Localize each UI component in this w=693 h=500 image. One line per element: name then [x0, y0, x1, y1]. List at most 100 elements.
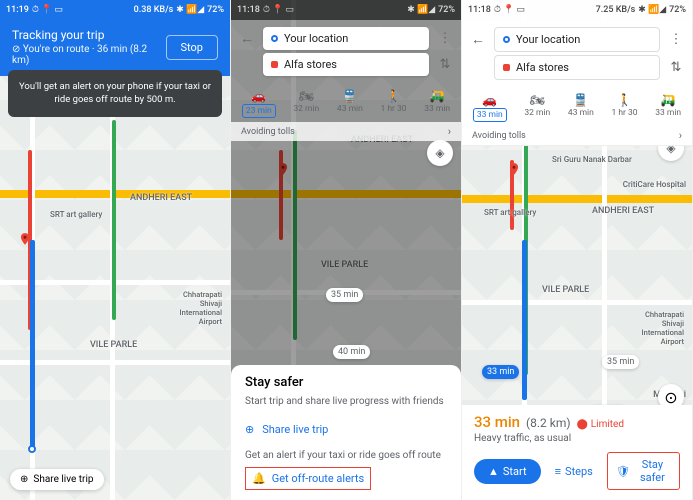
- overflow-menu-icon[interactable]: ⋮: [668, 32, 684, 47]
- origin-input[interactable]: Your location: [494, 27, 660, 52]
- screen-route-overview: Mahakali Caves Sri Guru Nanak Darbar Cri…: [462, 0, 693, 500]
- label-airport: Chhatrapati Shivaji International Airpor…: [162, 290, 222, 326]
- label-criticare: CritiCare Hospital: [623, 180, 686, 189]
- label-srt: SRT art gallery: [50, 210, 102, 219]
- shield-icon: 🛡: [616, 465, 630, 478]
- time-chip-40: 40 min: [333, 345, 370, 359]
- tolls-label: Avoiding tolls: [241, 127, 295, 137]
- mode-motorcycle[interactable]: 🏍32 min: [293, 89, 319, 118]
- share-live-trip-option[interactable]: ⊕ Share live trip: [245, 417, 447, 442]
- overflow-menu-icon[interactable]: ⋮: [437, 31, 453, 46]
- label-airport: Chhatrapati Shivaji International Airpor…: [629, 310, 684, 346]
- car-icon: 🚗: [251, 89, 266, 103]
- status-bar: 11:18⏱ 📍 ▭ 7.25 KB/s✱ 📶◢72%: [462, 0, 692, 20]
- travel-mode-tabs: 🚗33 min 🏍32 min 🚆43 min 🚶1 hr 30 🛺33 min: [462, 87, 692, 126]
- back-arrow-icon[interactable]: ←: [470, 31, 486, 48]
- destination-input[interactable]: Alfa stores: [494, 55, 660, 80]
- destination-dot-icon: [271, 61, 278, 68]
- origin-dot-icon: [503, 36, 510, 43]
- mode-rick-time: 33 min: [655, 108, 681, 118]
- traffic-status: Heavy traffic, as usual: [474, 433, 680, 444]
- swap-icon[interactable]: ⇅: [668, 60, 684, 75]
- warning-icon: ⬤: [577, 419, 588, 430]
- mode-transit[interactable]: 🚆43 min: [337, 89, 363, 118]
- mode-rickshaw[interactable]: 🛺33 min: [424, 89, 450, 118]
- origin-input[interactable]: Your location: [263, 27, 429, 50]
- mode-walk[interactable]: 🚶1 hr 30: [611, 93, 637, 122]
- stay-safer-button[interactable]: 🛡Stay safer: [607, 452, 680, 490]
- time-chip-35[interactable]: 35 min: [602, 355, 639, 369]
- destination-text: Alfa stores: [284, 58, 337, 71]
- start-label: Start: [503, 465, 527, 478]
- limited-badge: ⬤Limited: [577, 419, 624, 430]
- location-icon: ⊙: [664, 388, 677, 407]
- chevron-right-icon: ›: [448, 125, 451, 138]
- current-location-dot: [28, 445, 36, 453]
- car-icon: 🚗: [482, 93, 497, 107]
- sheet-subtitle: Start trip and share live progress with …: [245, 396, 447, 407]
- destination-pin-icon: [507, 160, 521, 178]
- alert-btn-label: Get off-route alerts: [272, 472, 365, 485]
- directions-header: ← Your location ⋮ Alfa stores ⇅: [231, 20, 461, 83]
- origin-text: Your location: [516, 33, 580, 46]
- mode-motorcycle[interactable]: 🏍32 min: [524, 93, 550, 122]
- rickshaw-icon: 🛺: [430, 89, 445, 103]
- train-icon: 🚆: [342, 89, 357, 103]
- share-live-trip-chip[interactable]: ⊕ Share live trip: [10, 469, 104, 490]
- sheet-title: Stay safer: [245, 375, 447, 390]
- mode-rickshaw[interactable]: 🛺33 min: [655, 93, 681, 122]
- navigate-icon: ▲: [488, 465, 499, 478]
- bell-icon: 🔔: [252, 472, 266, 485]
- label-vileparle: VILE PARLE: [542, 285, 589, 295]
- steps-button[interactable]: ≡ Steps: [547, 459, 601, 484]
- start-button[interactable]: ▲ Start: [474, 459, 541, 484]
- get-off-route-alerts-button[interactable]: 🔔 Get off-route alerts: [245, 467, 371, 490]
- tracking-header: Tracking your trip ⊘ You're on route · 3…: [0, 20, 230, 76]
- label-vileparle: VILE PARLE: [90, 340, 137, 350]
- directions-header: ← Your location ⋮ Alfa stores ⇅: [462, 20, 692, 87]
- share-label: Share live trip: [33, 474, 93, 485]
- label-andheri: ANDHERI EAST: [592, 206, 654, 216]
- mode-moto-time: 32 min: [293, 104, 319, 114]
- mode-rick-time: 33 min: [424, 104, 450, 114]
- swap-icon[interactable]: ⇅: [437, 57, 453, 72]
- tracking-title: Tracking your trip: [12, 28, 166, 42]
- time-chip-33-selected[interactable]: 33 min: [482, 365, 519, 379]
- mode-car-time: 23 min: [242, 104, 276, 118]
- screen-stay-safer-sheet: ANDHERI EAST VILE PARLE 35 min 40 min 11…: [231, 0, 462, 500]
- label-srt: SRT art gallery: [484, 208, 536, 217]
- travel-mode-tabs: 🚗23 min 🏍32 min 🚆43 min 🚶1 hr 30 🛺33 min: [231, 83, 461, 122]
- back-arrow-icon[interactable]: ←: [239, 30, 255, 47]
- route-options-strip[interactable]: Avoiding tolls ›: [462, 126, 692, 146]
- mode-car[interactable]: 🚗23 min: [242, 89, 276, 118]
- destination-input[interactable]: Alfa stores: [263, 53, 429, 76]
- label-gurunanak: Sri Guru Nanak Darbar: [552, 155, 632, 164]
- mode-transit[interactable]: 🚆43 min: [568, 93, 594, 122]
- share-label: Share live trip: [262, 423, 328, 436]
- mode-walk[interactable]: 🚶1 hr 30: [380, 89, 406, 118]
- alert-toast: You'll get an alert on your phone if you…: [8, 70, 222, 117]
- stop-button[interactable]: Stop: [166, 35, 218, 60]
- time-chip-35: 35 min: [326, 288, 363, 302]
- mode-moto-time: 32 min: [524, 108, 550, 118]
- layers-button[interactable]: ◈: [427, 140, 453, 166]
- status-bar: 11:19⏱ 📍 ▭ 0.38 KB/s✱ 📶◢72%: [0, 0, 230, 20]
- screen-tracking: ANDHERI EAST VILE PARLE SRT art gallery …: [0, 0, 231, 500]
- route-options-strip[interactable]: Avoiding tolls ›: [231, 122, 461, 141]
- walk-icon: 🚶: [386, 89, 401, 103]
- person-add-icon: ⊕: [245, 423, 254, 436]
- steps-icon: ≡: [555, 465, 561, 478]
- mode-transit-time: 43 min: [568, 108, 594, 118]
- destination-dot-icon: [503, 64, 510, 71]
- tolls-label: Avoiding tolls: [472, 131, 526, 141]
- motorcycle-icon: 🏍: [299, 89, 314, 103]
- label-andheri: ANDHERI EAST: [130, 193, 192, 203]
- destination-pin-icon: [18, 230, 32, 248]
- person-add-icon: ⊕: [20, 474, 28, 485]
- rickshaw-icon: 🛺: [661, 93, 676, 107]
- eta-distance: (8.2 km): [526, 416, 571, 430]
- tracking-subtitle: ⊘ You're on route · 36 min (8.2 km): [12, 44, 166, 66]
- mode-walk-time: 1 hr 30: [380, 104, 406, 114]
- mode-car[interactable]: 🚗33 min: [473, 93, 507, 122]
- steps-label: Steps: [565, 465, 593, 478]
